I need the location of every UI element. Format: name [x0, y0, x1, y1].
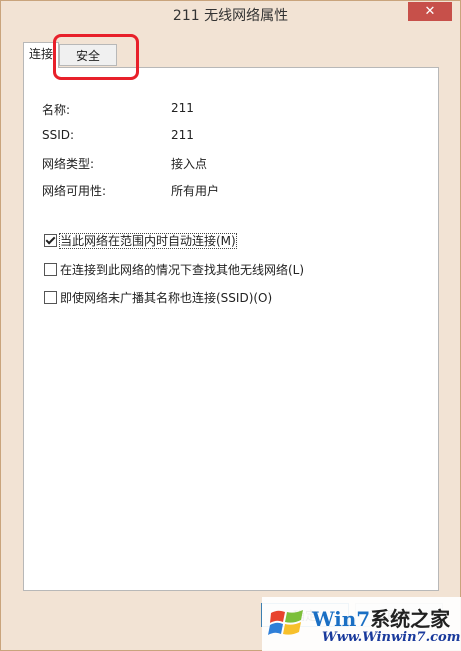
watermark-brand-win7: Win7	[312, 607, 371, 631]
network-type-value: 接入点	[171, 157, 208, 171]
windows-logo-icon	[268, 610, 303, 635]
auto-connect-checkbox[interactable]	[44, 234, 57, 247]
watermark-brand-cn: 系统之家	[370, 607, 451, 631]
connect-hidden-option[interactable]: 即使网络未广播其名称也连接(SSID)(O)	[44, 289, 272, 307]
find-other-networks-label: 在连接到此网络的情况下查找其他无线网络(L)	[60, 263, 305, 277]
connection-panel: 名称: 211 SSID: 211 网络类型: 接入点 网络可用性: 所有用户 …	[23, 67, 439, 591]
connect-hidden-checkbox[interactable]	[44, 291, 57, 304]
watermark: Win7系统之家 Www.Winwin7.com	[262, 597, 461, 651]
watermark-brand: Win7系统之家	[312, 603, 450, 632]
auto-connect-label: 当此网络在范围内时自动连接(M)	[59, 233, 237, 249]
auto-connect-option[interactable]: 当此网络在范围内时自动连接(M)	[44, 232, 237, 250]
ssid-label: SSID:	[42, 128, 75, 142]
network-availability-label: 网络可用性:	[42, 184, 107, 198]
name-value: 211	[171, 101, 194, 115]
find-other-networks-option[interactable]: 在连接到此网络的情况下查找其他无线网络(L)	[44, 261, 304, 279]
close-icon: ✕	[424, 4, 436, 19]
ssid-value: 211	[171, 128, 194, 142]
find-other-networks-checkbox[interactable]	[44, 263, 57, 276]
name-label: 名称:	[42, 103, 71, 117]
close-button[interactable]: ✕	[408, 2, 452, 21]
security-tab-highlight	[53, 34, 139, 80]
watermark-url: Www.Winwin7.com	[322, 630, 461, 645]
window-title: 211 无线网络属性	[172, 8, 289, 24]
properties-dialog: 211 无线网络属性 ✕ 连接 安全 名称: 211 SSID: 211 网络类…	[0, 0, 461, 651]
network-type-label: 网络类型:	[42, 157, 95, 171]
connect-hidden-label: 即使网络未广播其名称也连接(SSID)(O)	[60, 291, 273, 305]
network-availability-value: 所有用户	[171, 184, 220, 198]
